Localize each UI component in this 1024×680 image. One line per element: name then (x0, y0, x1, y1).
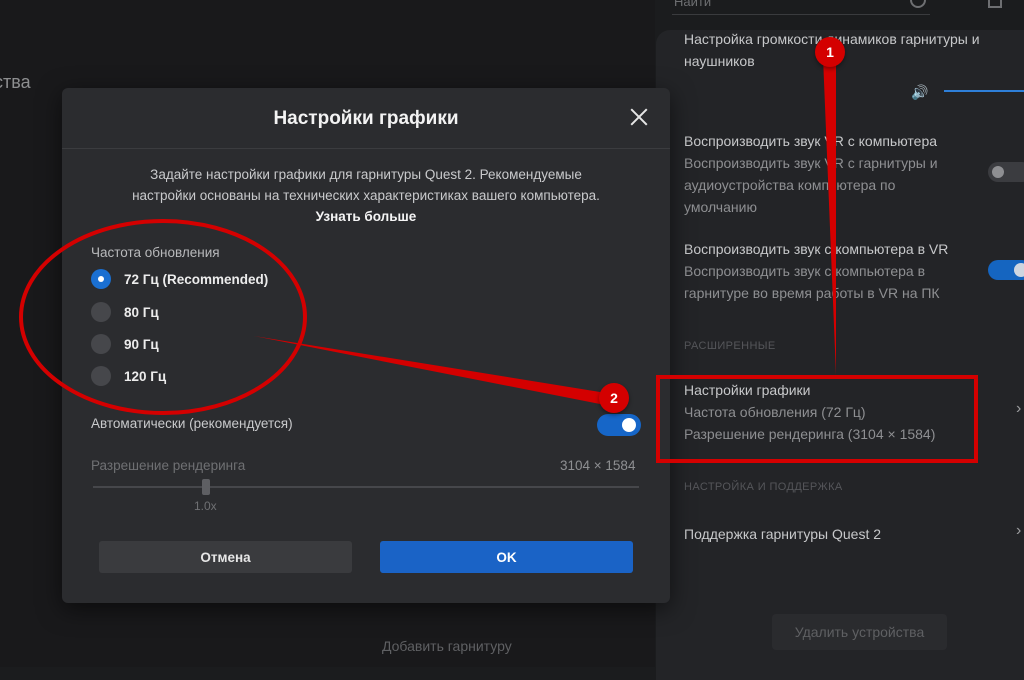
annotation-rect (656, 375, 978, 463)
annotation-badge-2: 2 (599, 383, 629, 413)
annotation-badge-1: 1 (815, 37, 845, 67)
annotation-overlay (19, 57, 978, 463)
annotation-ellipse (19, 219, 307, 415)
annotation-arrow-2 (254, 336, 600, 404)
annotation-arrow-1 (823, 57, 836, 375)
